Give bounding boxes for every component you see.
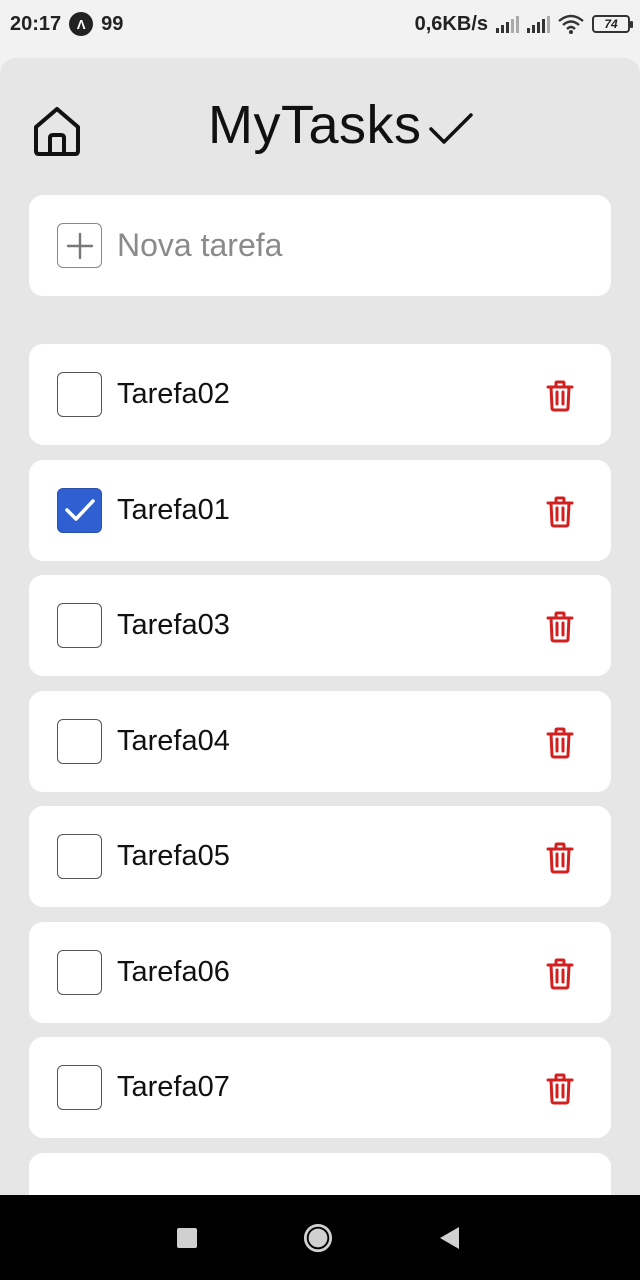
app-surface: MyTasks Tarefa02 Tarefa01	[0, 58, 640, 1195]
task-checkbox[interactable]	[57, 487, 102, 533]
task-checkbox[interactable]	[57, 372, 102, 417]
task-item: Tarefa03	[29, 575, 611, 676]
app-notification-icon: Λ	[69, 12, 94, 36]
signal-icon	[527, 15, 550, 33]
back-button[interactable]	[434, 1223, 464, 1253]
task-label: Tarefa01	[117, 493, 230, 526]
new-task-field[interactable]	[29, 195, 611, 296]
task-item: Tarefa07	[29, 1037, 611, 1138]
task-checkbox[interactable]	[57, 834, 102, 879]
status-right: 0,6KB/s 74	[414, 12, 633, 36]
delete-task-button[interactable]	[545, 958, 575, 990]
trash-icon	[546, 611, 574, 643]
delete-task-button[interactable]	[545, 1073, 575, 1105]
title-wrap: MyTasks	[208, 94, 474, 156]
battery-icon: 74	[592, 15, 633, 33]
plus-icon	[66, 232, 93, 259]
task-item: Tarefa02	[29, 344, 611, 445]
status-left: 20:17 Λ 99	[10, 12, 123, 36]
delete-task-button[interactable]	[545, 496, 575, 528]
task-checkbox[interactable]	[57, 718, 102, 764]
trash-icon	[546, 496, 574, 527]
recents-button[interactable]	[172, 1223, 202, 1253]
network-speed: 0,6KB/s	[414, 12, 488, 35]
trash-icon	[546, 1073, 574, 1105]
trash-icon	[546, 842, 574, 874]
task-item: Tarefa06	[29, 921, 611, 1023]
home-circle-icon	[303, 1223, 333, 1253]
new-task-input[interactable]	[117, 227, 557, 264]
task-checkbox[interactable]	[57, 1065, 102, 1110]
delete-task-button[interactable]	[545, 727, 575, 759]
header: MyTasks	[0, 58, 640, 194]
task-label: Tarefa07	[117, 1071, 230, 1103]
wifi-icon	[558, 14, 584, 34]
task-label: Tarefa05	[117, 840, 230, 872]
trash-icon	[546, 727, 574, 758]
delete-task-button[interactable]	[545, 611, 575, 643]
home-icon	[34, 107, 80, 156]
signal-icon	[496, 15, 519, 33]
add-task-button[interactable]	[57, 223, 102, 268]
page-title: MyTasks	[208, 95, 422, 155]
checkmark-icon	[428, 113, 473, 144]
delete-task-button[interactable]	[545, 380, 575, 412]
check-icon	[64, 499, 95, 521]
battery-level: 74	[604, 17, 618, 31]
task-checkbox[interactable]	[57, 949, 102, 995]
task-item: Tarefa04	[29, 690, 611, 792]
notification-count: 99	[101, 12, 124, 35]
task-item-partial	[29, 1152, 611, 1195]
task-label: Tarefa06	[117, 955, 230, 988]
delete-task-button[interactable]	[545, 842, 575, 874]
task-item: Tarefa05	[29, 806, 611, 907]
task-checkbox[interactable]	[57, 603, 102, 648]
trash-icon	[546, 958, 574, 989]
task-item: Tarefa01	[29, 459, 611, 561]
status-bar: 20:17 Λ 99 0,6KB/s 74	[0, 0, 640, 48]
back-icon	[440, 1227, 459, 1249]
task-label: Tarefa03	[117, 609, 230, 641]
home-button[interactable]	[30, 104, 84, 158]
task-label: Tarefa02	[117, 378, 230, 410]
task-list: Tarefa02 Tarefa01 Tarefa03 Tarefa04 Tare…	[29, 344, 611, 1195]
trash-icon	[546, 380, 574, 412]
task-label: Tarefa04	[117, 724, 230, 757]
system-home-button[interactable]	[303, 1223, 333, 1253]
navigation-bar	[0, 1195, 640, 1280]
status-time: 20:17	[10, 12, 62, 35]
recents-icon	[177, 1228, 197, 1248]
